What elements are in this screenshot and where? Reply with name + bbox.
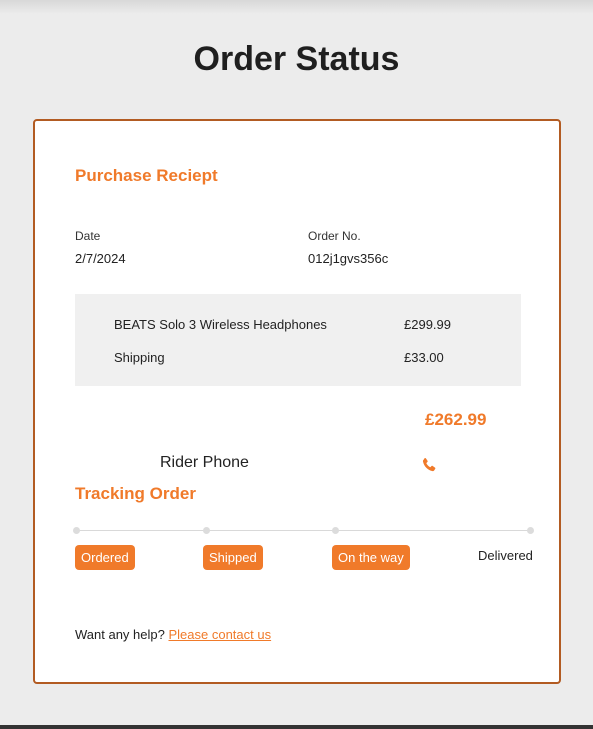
item-price: £299.99 xyxy=(404,317,451,332)
item-price: £33.00 xyxy=(404,350,444,365)
order-number-label: Order No. xyxy=(308,229,361,243)
tracking-dot xyxy=(527,527,534,534)
tracking-dot xyxy=(332,527,339,534)
receipt-items: BEATS Solo 3 Wireless Headphones £299.99… xyxy=(75,294,521,386)
order-total: £262.99 xyxy=(425,410,487,429)
tracking-heading: Tracking Order xyxy=(75,484,196,503)
item-name: Shipping xyxy=(114,350,165,365)
contact-link[interactable]: Please contact us xyxy=(168,627,271,642)
tracking-dot xyxy=(73,527,80,534)
step-delivered: Delivered xyxy=(478,548,533,563)
help-text: Want any help? Please contact us xyxy=(75,627,271,642)
order-card: Purchase Reciept Date 2/7/2024 Order No.… xyxy=(33,119,561,684)
step-on-the-way: On the way xyxy=(332,545,410,570)
receipt-heading: Purchase Reciept xyxy=(75,166,218,185)
date-label: Date xyxy=(75,229,101,243)
page-title: Order Status xyxy=(193,40,400,78)
top-shadow xyxy=(0,0,593,14)
date-value: 2/7/2024 xyxy=(75,251,126,266)
step-shipped: Shipped xyxy=(203,545,263,570)
item-name: BEATS Solo 3 Wireless Headphones xyxy=(114,317,327,332)
bottom-bar xyxy=(0,725,593,729)
step-ordered: Ordered xyxy=(75,545,135,570)
help-prompt: Want any help? xyxy=(75,627,165,642)
rider-phone-label: Rider Phone xyxy=(160,454,249,471)
order-number-value: 012j1gvs356c xyxy=(308,251,389,266)
tracking-line xyxy=(76,530,532,531)
phone-icon[interactable] xyxy=(421,457,437,473)
tracking-dot xyxy=(203,527,210,534)
